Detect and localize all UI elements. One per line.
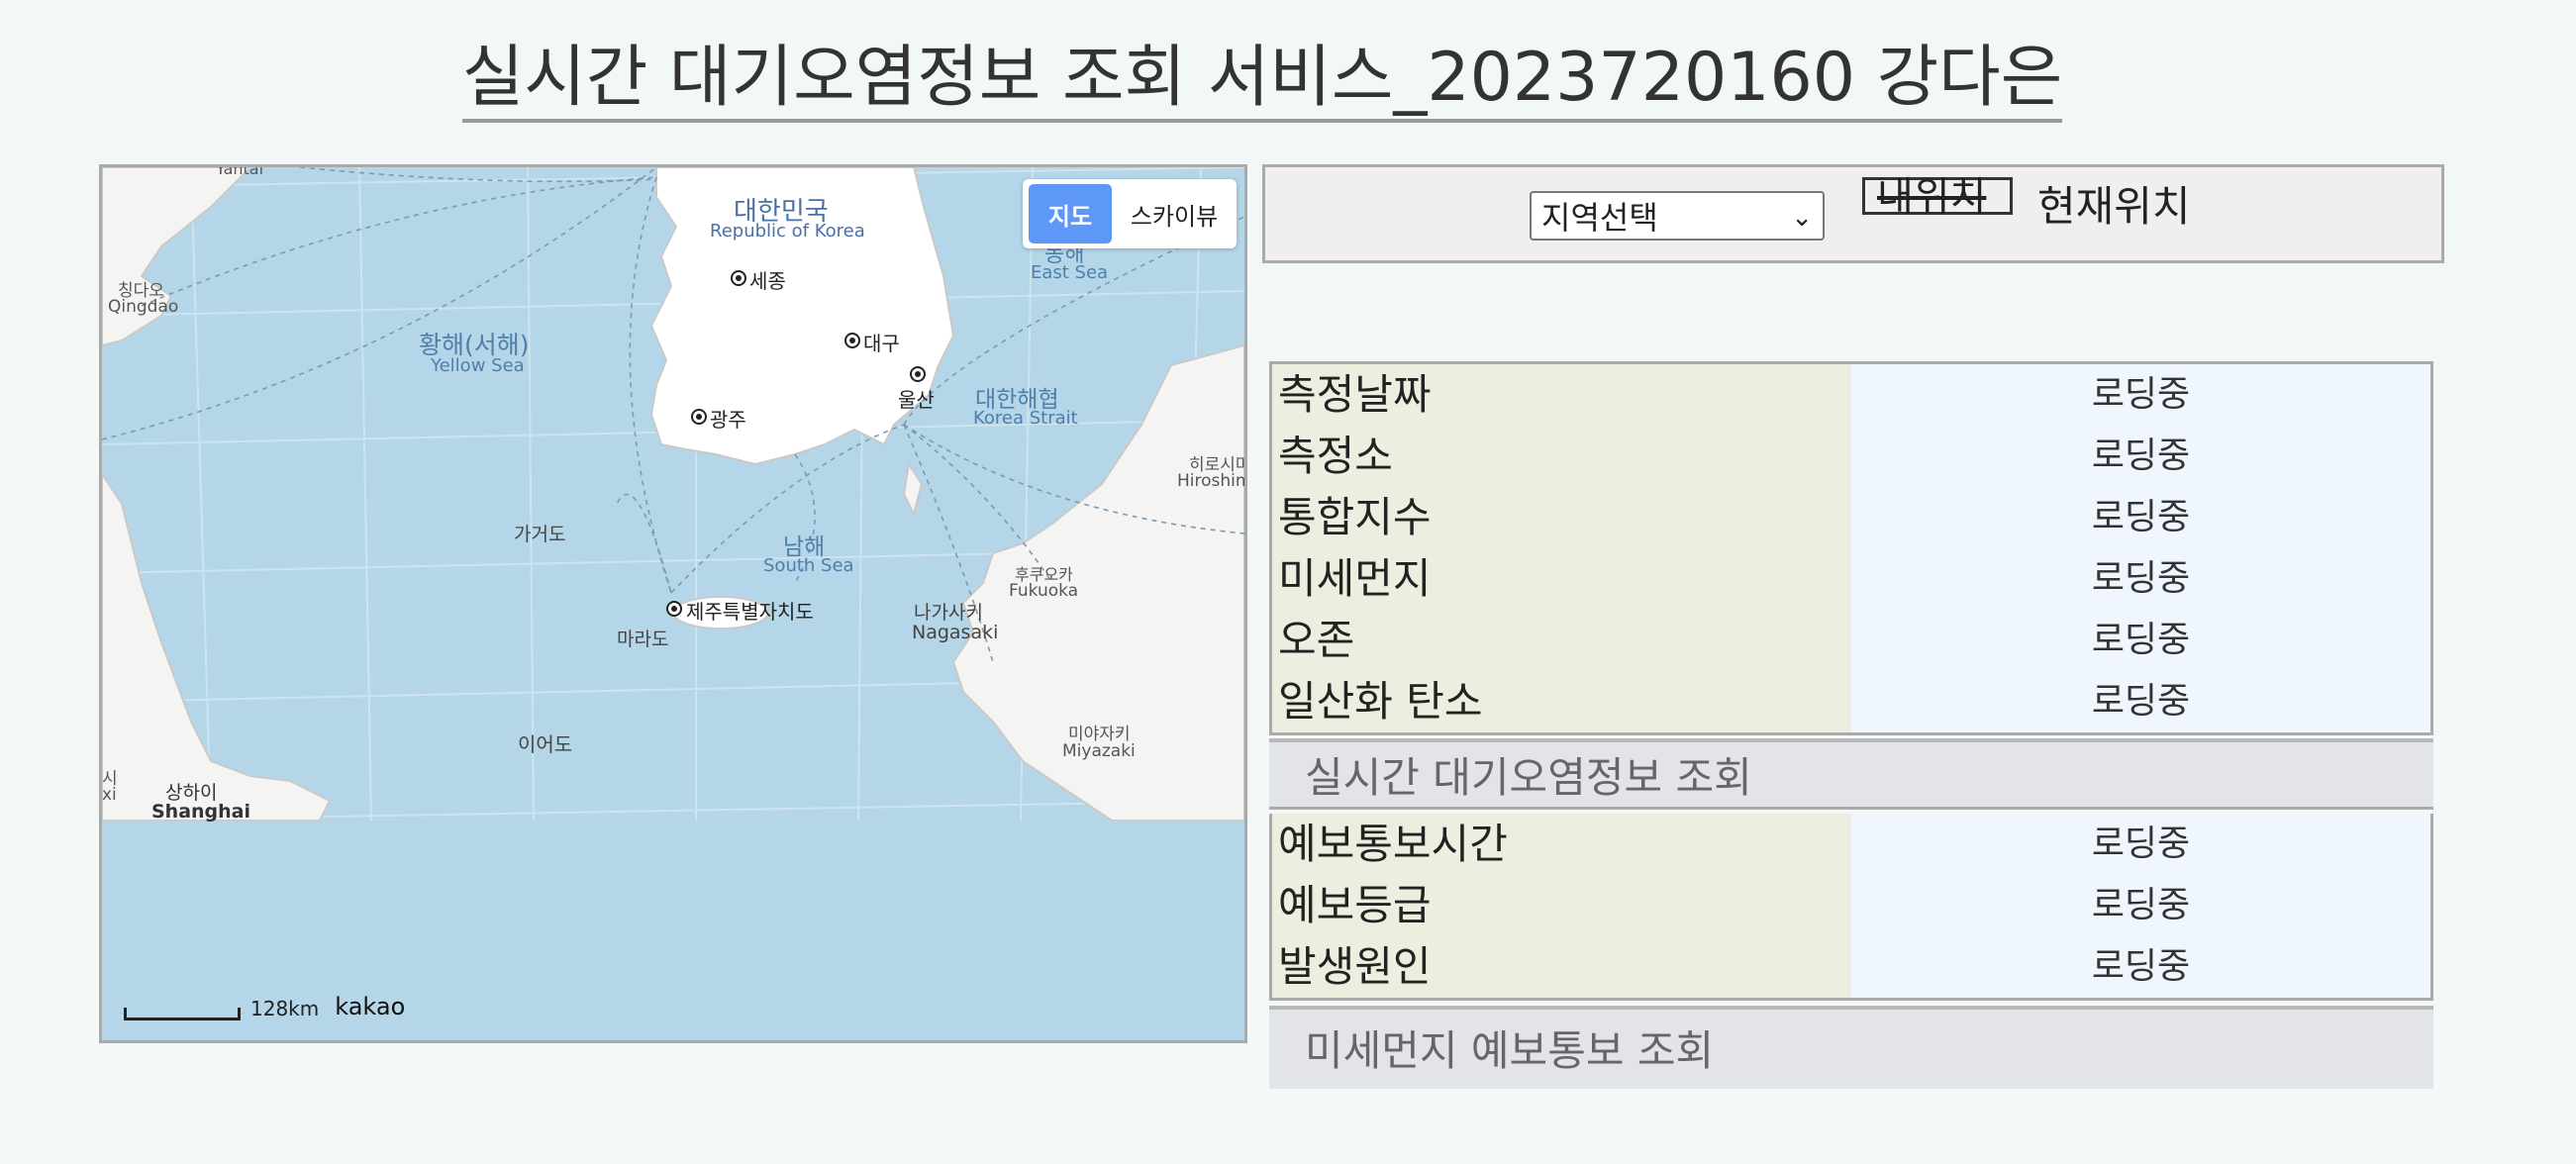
map-label-hiroshima-en: Hiroshima: [1177, 471, 1244, 491]
map-view[interactable]: Yantai 대한민국 Republic of Korea 동해 East Se…: [99, 164, 1247, 1043]
chevron-down-icon: ⌄: [1791, 203, 1813, 233]
row-value: 로딩중: [1851, 487, 2430, 548]
row-label: 오존: [1272, 610, 1851, 671]
location-control-panel: 지역선택 ⌄ 내위치 현재위치: [1262, 164, 2444, 263]
row-label: 예보등급: [1272, 875, 1851, 936]
map-label-marado: 마라도: [617, 629, 669, 650]
map-label-ieodo: 이어도: [518, 732, 573, 756]
map-label-shanghai-en: Shanghai: [151, 801, 251, 823]
air-quality-caption: 실시간 대기오염정보 조회: [1269, 738, 2433, 810]
row-label: 측정날짜: [1272, 364, 1851, 426]
map-label-yantai: Yantai: [216, 164, 264, 178]
map-label-east-sea-en: East Sea: [1031, 262, 1109, 283]
air-quality-table: 측정날짜 로딩중 측정소 로딩중 통합지수 로딩중 미세먼지 로딩중 오존 로딩…: [1269, 361, 2433, 735]
scale-label: 128km: [250, 997, 320, 1020]
map-type-control: 지도 스카이뷰: [1023, 179, 1237, 248]
row-label: 측정소: [1272, 426, 1851, 487]
scale-bar: [124, 1008, 241, 1020]
forecast-table: 예보통보시간 로딩중 예보등급 로딩중 발생원인 로딩중: [1269, 814, 2433, 1001]
map-label-suzhou-en: xi: [102, 785, 117, 805]
map-label-gwangju: 광주: [710, 408, 746, 432]
map-label-fukuoka-en: Fukuoka: [1009, 581, 1079, 601]
map-label-nagasaki: 나가사키: [914, 602, 983, 624]
current-location-text: 현재위치: [2037, 182, 2191, 231]
map-scale: 128km kakao: [124, 993, 405, 1020]
row-value: 로딩중: [1851, 364, 2430, 426]
map-label-nagasaki-en: Nagasaki: [912, 622, 999, 643]
map-label-yellow-sea-en: Yellow Sea: [431, 355, 525, 376]
row-label: 발생원인: [1272, 936, 1851, 998]
table-row: 오존 로딩중: [1272, 610, 2430, 671]
row-value: 로딩중: [1851, 814, 2430, 875]
table-row: 측정날짜 로딩중: [1272, 364, 2430, 426]
map-label-miyazaki-en: Miyazaki: [1062, 741, 1136, 761]
table-row: 예보통보시간 로딩중: [1272, 814, 2430, 875]
row-value: 로딩중: [1851, 671, 2430, 732]
table-row: 측정소 로딩중: [1272, 426, 2430, 487]
map-label-korea-en: Republic of Korea: [710, 221, 865, 242]
row-value: 로딩중: [1851, 610, 2430, 671]
row-label: 예보통보시간: [1272, 814, 1851, 875]
map-view-button[interactable]: 지도: [1029, 184, 1112, 243]
map-label-korea-strait-en: Korea Strait: [973, 408, 1078, 429]
map-label-sejong: 세종: [749, 269, 786, 293]
map-label-qingdao-en: Qingdao: [108, 297, 179, 317]
row-value: 로딩중: [1851, 875, 2430, 936]
row-value: 로딩중: [1851, 936, 2430, 998]
row-label: 미세먼지: [1272, 548, 1851, 610]
region-select[interactable]: 지역선택 ⌄: [1530, 191, 1825, 241]
table-row: 통합지수 로딩중: [1272, 487, 2430, 548]
map-label-south-sea-en: South Sea: [763, 555, 854, 576]
table-row: 미세먼지 로딩중: [1272, 548, 2430, 610]
region-select-value: 지역선택: [1541, 199, 1658, 237]
row-value: 로딩중: [1851, 548, 2430, 610]
row-label: 일산화 탄소: [1272, 671, 1851, 732]
forecast-caption: 미세먼지 예보통보 조회: [1269, 1006, 2433, 1089]
skyview-button[interactable]: 스카이뷰: [1112, 197, 1237, 232]
map-label-ulsan: 울산: [898, 388, 935, 412]
row-label: 통합지수: [1272, 487, 1851, 548]
map-label-jeju: 제주특별자치도: [686, 600, 814, 624]
map-label-gageodo: 가거도: [514, 524, 566, 545]
page-title: 실시간 대기오염정보 조회 서비스_2023720160 강다은: [0, 34, 2525, 123]
page-title-text: 실시간 대기오염정보 조회 서비스_2023720160 강다은: [461, 39, 2063, 123]
kakao-logo[interactable]: kakao: [335, 993, 405, 1020]
my-location-button[interactable]: 내위치: [1862, 177, 2013, 217]
row-value: 로딩중: [1851, 426, 2430, 487]
map-label-daegu: 대구: [863, 332, 900, 355]
table-row: 발생원인 로딩중: [1272, 936, 2430, 998]
table-row: 예보등급 로딩중: [1272, 875, 2430, 936]
table-row: 일산화 탄소 로딩중: [1272, 671, 2430, 732]
